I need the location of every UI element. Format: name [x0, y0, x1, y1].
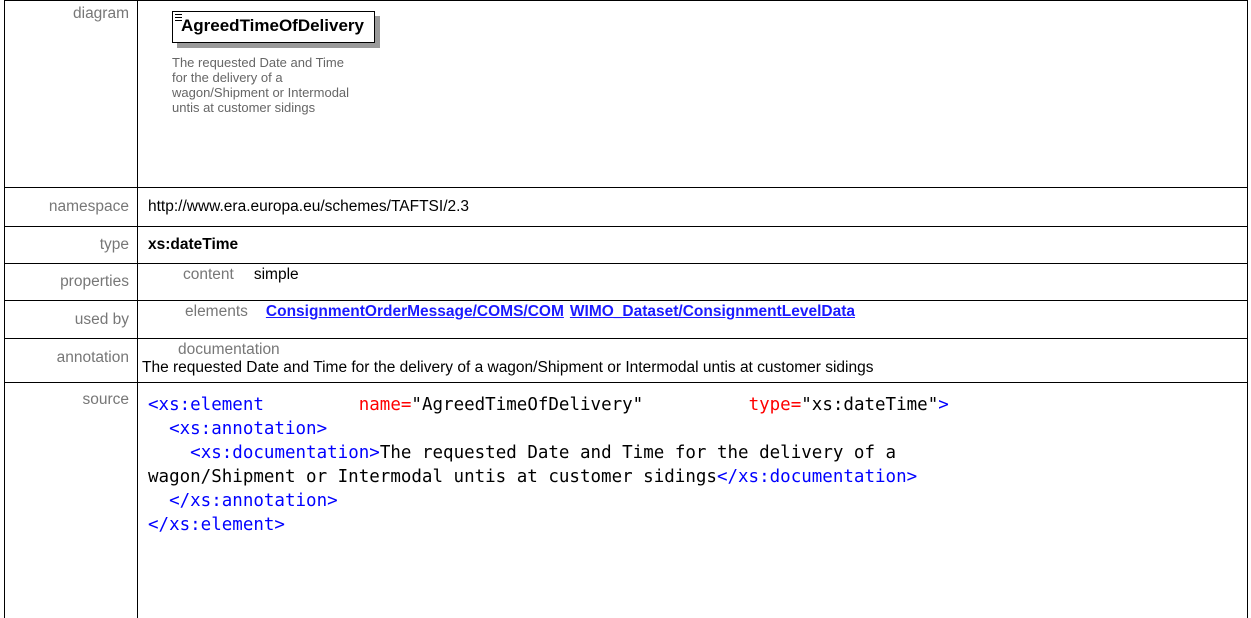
diagram-doc-line: wagon/Shipment or Intermodal: [172, 85, 350, 100]
namespace-value: http://www.era.europa.eu/schemes/TAFTSI/…: [137, 187, 1248, 227]
element-box-name: AgreedTimeOfDelivery: [181, 16, 364, 35]
annotation-text: The requested Date and Time for the deli…: [142, 359, 874, 376]
element-box[interactable]: AgreedTimeOfDelivery: [172, 11, 375, 43]
code-value: "AgreedTimeOfDelivery": [411, 395, 644, 415]
label-type: type: [4, 226, 138, 264]
annotation-cell: documentation The requested Date and Tim…: [137, 338, 1248, 383]
diagram-documentation: The requested Date and Time for the deli…: [172, 55, 442, 115]
used-by-cell: elements ConsignmentOrderMessage/COMS/COM…: [137, 300, 1248, 339]
label-diagram: diagram: [4, 0, 138, 188]
type-value: xs:dateTime: [137, 226, 1248, 264]
diagram-doc-line: The requested Date and Time: [172, 55, 344, 70]
code-attr: type=: [748, 395, 802, 415]
used-by-link[interactable]: WIMO_Dataset/ConsignmentLevelData: [570, 303, 855, 320]
source-code: <xs:element name="AgreedTimeOfDelivery" …: [148, 393, 1247, 537]
row-namespace: namespace http://www.era.europa.eu/schem…: [4, 187, 1248, 227]
row-type: type xs:dateTime: [4, 226, 1248, 264]
code-attr: name=: [358, 395, 412, 415]
code-tag: <xs:annotation>: [169, 419, 328, 439]
label-properties: properties: [4, 263, 138, 301]
code-tag: <xs:element: [148, 395, 264, 415]
code-tag: </xs:element>: [148, 515, 285, 535]
row-properties: properties content simple: [4, 263, 1248, 301]
properties-key: content: [183, 266, 234, 283]
label-used-by: used by: [4, 300, 138, 339]
row-source: source <xs:element name="AgreedTimeOfDel…: [4, 382, 1248, 618]
annotation-lines-icon: [175, 14, 182, 23]
annotation-key: documentation: [178, 341, 280, 358]
label-source: source: [4, 382, 138, 618]
code-bracket: >: [938, 395, 949, 415]
label-namespace: namespace: [4, 187, 138, 227]
element-diagram: AgreedTimeOfDelivery The requested Date …: [172, 11, 1237, 115]
element-doc-table: diagram AgreedTimeOfDelivery The request…: [4, 0, 1248, 618]
code-tag: <xs:documentation>: [190, 443, 380, 463]
row-used-by: used by elements ConsignmentOrderMessage/…: [4, 300, 1248, 339]
properties-value: simple: [253, 266, 299, 283]
label-annotation: annotation: [4, 338, 138, 383]
code-text: The requested Date and Time for the deli…: [379, 443, 897, 463]
code-tag: </xs:annotation>: [169, 491, 338, 511]
properties-cell: content simple: [137, 263, 1248, 301]
source-cell: <xs:element name="AgreedTimeOfDelivery" …: [137, 382, 1248, 618]
code-text: wagon/Shipment or Intermodal untis at cu…: [148, 467, 717, 487]
code-value: "xs:dateTime": [801, 395, 939, 415]
row-annotation: annotation documentation The requested D…: [4, 338, 1248, 383]
diagram-doc-line: for the delivery of a: [172, 70, 283, 85]
used-by-link[interactable]: ConsignmentOrderMessage/COMS/COM: [266, 303, 564, 320]
used-by-key: elements: [185, 303, 248, 320]
diagram-doc-line: untis at customer sidings: [172, 100, 316, 115]
code-tag: </xs:documentation>: [716, 467, 918, 487]
row-diagram: diagram AgreedTimeOfDelivery The request…: [4, 0, 1248, 188]
diagram-cell: AgreedTimeOfDelivery The requested Date …: [137, 0, 1248, 188]
